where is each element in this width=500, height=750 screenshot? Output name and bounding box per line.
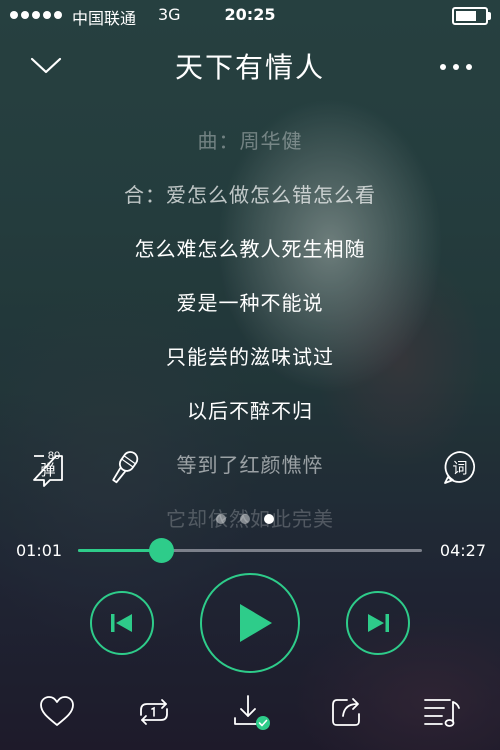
lyric-line: 以后不醉不归 <box>187 399 313 423</box>
progress-thumb[interactable] <box>148 538 174 563</box>
more-dots-icon <box>440 64 472 70</box>
lyric-line: 等到了红颜憔悴 <box>176 453 324 477</box>
current-time: 01:01 <box>16 541 63 560</box>
play-icon <box>240 604 272 642</box>
play-button[interactable] <box>200 573 300 673</box>
more-options-button[interactable] <box>436 52 476 82</box>
danmu-button[interactable]: 80 弹 <box>28 446 68 490</box>
page-dot[interactable] <box>216 514 226 524</box>
danmu-icon: 80 弹 <box>33 450 63 487</box>
progress-bar[interactable] <box>78 538 422 563</box>
lyric-line: 合：爱怎么做怎么错怎么看 <box>124 183 376 207</box>
battery-icon <box>452 7 491 25</box>
favorite-button[interactable] <box>35 690 79 734</box>
next-track-icon <box>368 614 389 632</box>
share-button[interactable] <box>325 690 369 734</box>
total-duration: 04:27 <box>439 541 486 560</box>
status-time: 20:25 <box>224 5 276 24</box>
repeat-mode-button[interactable] <box>132 690 176 734</box>
download-icon <box>234 695 270 730</box>
playlist-icon <box>424 699 460 727</box>
lyric-button-label: 词 <box>452 459 467 477</box>
previous-track-icon <box>111 614 132 632</box>
repeat-one-icon <box>140 699 168 725</box>
sing-along-button[interactable] <box>104 446 144 490</box>
page-indicator <box>216 514 274 524</box>
next-track-button[interactable] <box>346 591 410 655</box>
lyric-line: 爱是一种不能说 <box>176 291 324 315</box>
playlist-button[interactable] <box>420 690 464 734</box>
battery-level <box>456 11 476 21</box>
download-button[interactable] <box>228 690 272 734</box>
previous-track-button[interactable] <box>90 591 154 655</box>
lyric-line: 曲：周华健 <box>197 129 303 153</box>
status-bar: 中国联通 3G 20:25 <box>0 0 500 32</box>
song-title: 天下有情人 <box>174 51 325 84</box>
page-dot[interactable] <box>240 514 250 524</box>
lyric-icon: 词 <box>444 451 476 484</box>
lyric-settings-button[interactable]: 词 <box>440 447 480 487</box>
microphone-icon <box>112 451 139 484</box>
share-icon <box>332 698 360 726</box>
danmu-label: 弹 <box>40 461 55 479</box>
page-dot[interactable] <box>264 514 274 524</box>
lyric-line: 只能尝的滋味试过 <box>166 345 334 369</box>
lyric-line: 怎么难怎么教人死生相随 <box>134 237 366 261</box>
heart-icon <box>40 696 74 726</box>
